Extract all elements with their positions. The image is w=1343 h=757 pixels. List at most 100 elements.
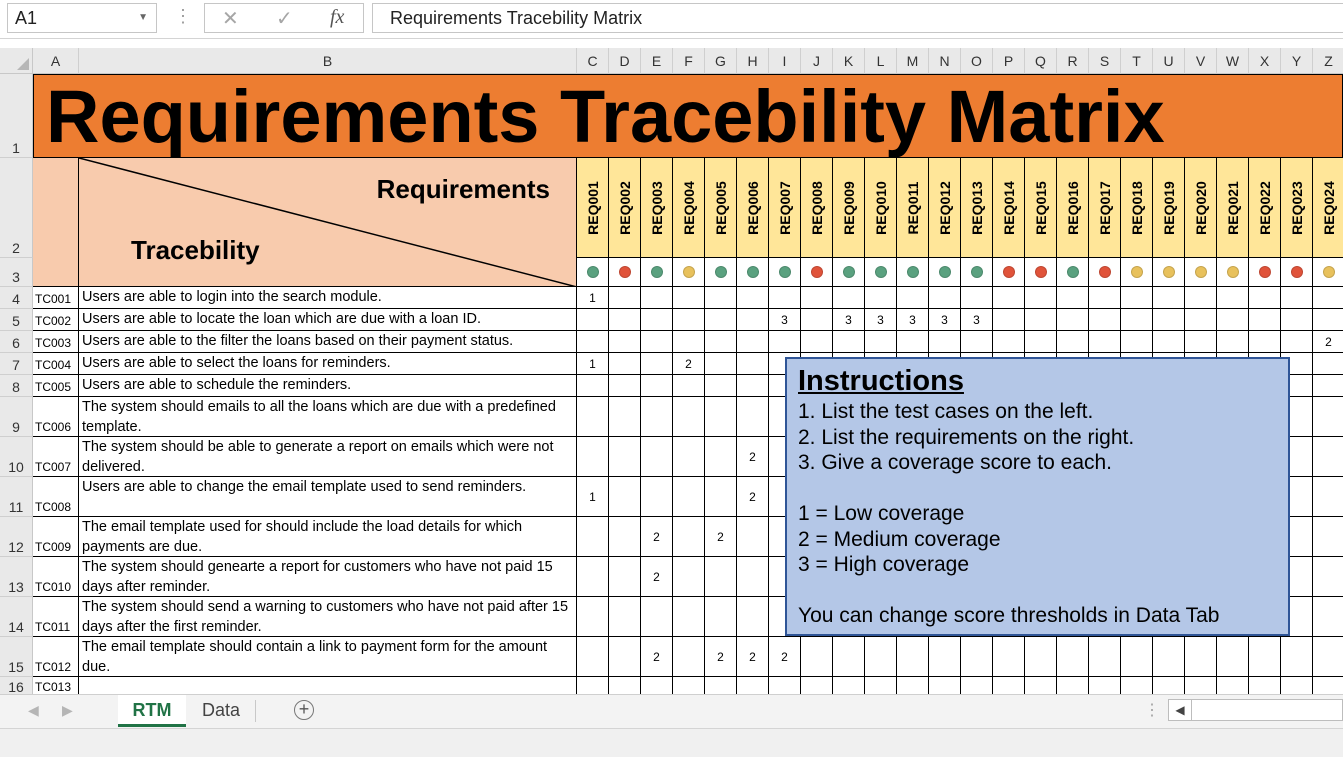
coverage-score-cell[interactable] — [1249, 309, 1281, 331]
coverage-score-cell[interactable] — [1313, 517, 1343, 557]
scroll-left-icon[interactable]: ◀ — [1169, 700, 1192, 720]
coverage-score-cell[interactable] — [737, 677, 769, 694]
requirement-header-req002[interactable]: REQ002 — [609, 158, 641, 258]
coverage-score-cell[interactable]: 2 — [737, 437, 769, 477]
coverage-score-cell[interactable] — [705, 557, 737, 597]
coverage-score-cell[interactable] — [833, 331, 865, 353]
coverage-score-cell[interactable] — [609, 331, 641, 353]
test-case-description[interactable]: Users are able to schedule the reminders… — [79, 375, 577, 397]
coverage-score-cell[interactable] — [577, 331, 609, 353]
coverage-status-cell[interactable] — [769, 258, 801, 287]
row-header-13[interactable]: 13 — [0, 557, 33, 597]
coverage-score-cell[interactable] — [1089, 331, 1121, 353]
coverage-score-cell[interactable] — [641, 331, 673, 353]
requirement-header-req010[interactable]: REQ010 — [865, 158, 897, 258]
coverage-status-cell[interactable] — [1217, 258, 1249, 287]
coverage-score-cell[interactable] — [641, 677, 673, 694]
coverage-status-cell[interactable] — [609, 258, 641, 287]
coverage-score-cell[interactable] — [801, 287, 833, 309]
coverage-score-cell[interactable] — [737, 375, 769, 397]
coverage-score-cell[interactable] — [1313, 437, 1343, 477]
coverage-score-cell[interactable]: 2 — [641, 557, 673, 597]
coverage-score-cell[interactable] — [577, 677, 609, 694]
coverage-score-cell[interactable] — [577, 309, 609, 331]
coverage-score-cell[interactable] — [673, 557, 705, 597]
row-header-2[interactable]: 2 — [0, 158, 33, 258]
coverage-status-cell[interactable] — [577, 258, 609, 287]
column-header-f[interactable]: F — [673, 48, 705, 74]
coverage-score-cell[interactable] — [1025, 287, 1057, 309]
coverage-score-cell[interactable]: 3 — [769, 309, 801, 331]
row-header-14[interactable]: 14 — [0, 597, 33, 637]
coverage-score-cell[interactable] — [577, 637, 609, 677]
coverage-score-cell[interactable]: 2 — [737, 477, 769, 517]
coverage-score-cell[interactable] — [993, 637, 1025, 677]
coverage-score-cell[interactable] — [1281, 677, 1313, 694]
add-sheet-icon[interactable]: + — [294, 700, 314, 720]
coverage-score-cell[interactable] — [1153, 637, 1185, 677]
coverage-score-cell[interactable] — [1057, 309, 1089, 331]
coverage-score-cell[interactable] — [673, 517, 705, 557]
row-header-15[interactable]: 15 — [0, 637, 33, 677]
test-case-id[interactable]: TC011 — [33, 597, 79, 637]
coverage-score-cell[interactable] — [1185, 309, 1217, 331]
test-case-description[interactable]: The system should send a warning to cust… — [79, 597, 577, 637]
coverage-score-cell[interactable] — [641, 437, 673, 477]
coverage-score-cell[interactable] — [737, 331, 769, 353]
requirement-header-req024[interactable]: REQ024 — [1313, 158, 1343, 258]
test-case-description[interactable]: The email template used for should inclu… — [79, 517, 577, 557]
test-case-description[interactable]: The system should be able to generate a … — [79, 437, 577, 477]
coverage-score-cell[interactable]: 3 — [865, 309, 897, 331]
coverage-score-cell[interactable] — [673, 637, 705, 677]
requirement-header-req003[interactable]: REQ003 — [641, 158, 673, 258]
select-all-corner[interactable] — [0, 48, 33, 74]
column-header-m[interactable]: M — [897, 48, 929, 74]
coverage-score-cell[interactable]: 2 — [737, 637, 769, 677]
coverage-score-cell[interactable] — [1313, 309, 1343, 331]
row-header-3[interactable]: 3 — [0, 258, 33, 287]
row-header-6[interactable]: 6 — [0, 331, 33, 353]
header-blank-cell[interactable] — [33, 158, 79, 287]
coverage-score-cell[interactable] — [833, 287, 865, 309]
coverage-score-cell[interactable] — [961, 287, 993, 309]
coverage-score-cell[interactable]: 1 — [577, 477, 609, 517]
coverage-score-cell[interactable] — [1249, 287, 1281, 309]
sheet-title[interactable]: Requirements Tracebility Matrix — [33, 74, 1343, 158]
coverage-status-cell[interactable] — [1313, 258, 1343, 287]
coverage-score-cell[interactable] — [897, 637, 929, 677]
requirement-header-req018[interactable]: REQ018 — [1121, 158, 1153, 258]
coverage-status-cell[interactable] — [1057, 258, 1089, 287]
coverage-score-cell[interactable] — [641, 309, 673, 331]
coverage-score-cell[interactable] — [1121, 331, 1153, 353]
coverage-score-cell[interactable] — [1089, 677, 1121, 694]
coverage-score-cell[interactable] — [769, 287, 801, 309]
coverage-score-cell[interactable] — [609, 677, 641, 694]
coverage-score-cell[interactable] — [1121, 677, 1153, 694]
column-header-b[interactable]: B — [79, 48, 577, 74]
coverage-score-cell[interactable] — [609, 287, 641, 309]
coverage-score-cell[interactable] — [1313, 353, 1343, 375]
test-case-id[interactable]: TC003 — [33, 331, 79, 353]
test-case-id[interactable]: TC009 — [33, 517, 79, 557]
coverage-score-cell[interactable] — [801, 637, 833, 677]
column-header-w[interactable]: W — [1217, 48, 1249, 74]
requirement-header-req016[interactable]: REQ016 — [1057, 158, 1089, 258]
coverage-score-cell[interactable] — [1121, 309, 1153, 331]
coverage-score-cell[interactable] — [705, 375, 737, 397]
coverage-score-cell[interactable] — [641, 477, 673, 517]
column-header-i[interactable]: I — [769, 48, 801, 74]
row-header-4[interactable]: 4 — [0, 287, 33, 309]
coverage-score-cell[interactable] — [609, 375, 641, 397]
coverage-score-cell[interactable] — [801, 331, 833, 353]
coverage-score-cell[interactable]: 1 — [577, 287, 609, 309]
coverage-score-cell[interactable] — [1153, 287, 1185, 309]
test-case-description[interactable]: Users are able to login into the search … — [79, 287, 577, 309]
coverage-score-cell[interactable] — [1153, 331, 1185, 353]
test-case-id[interactable]: TC005 — [33, 375, 79, 397]
test-case-id[interactable]: TC013 — [33, 677, 79, 694]
row-header-5[interactable]: 5 — [0, 309, 33, 331]
coverage-score-cell[interactable] — [993, 287, 1025, 309]
coverage-score-cell[interactable] — [1121, 637, 1153, 677]
name-box[interactable]: A1 ▼ — [7, 3, 157, 33]
coverage-score-cell[interactable] — [1313, 597, 1343, 637]
